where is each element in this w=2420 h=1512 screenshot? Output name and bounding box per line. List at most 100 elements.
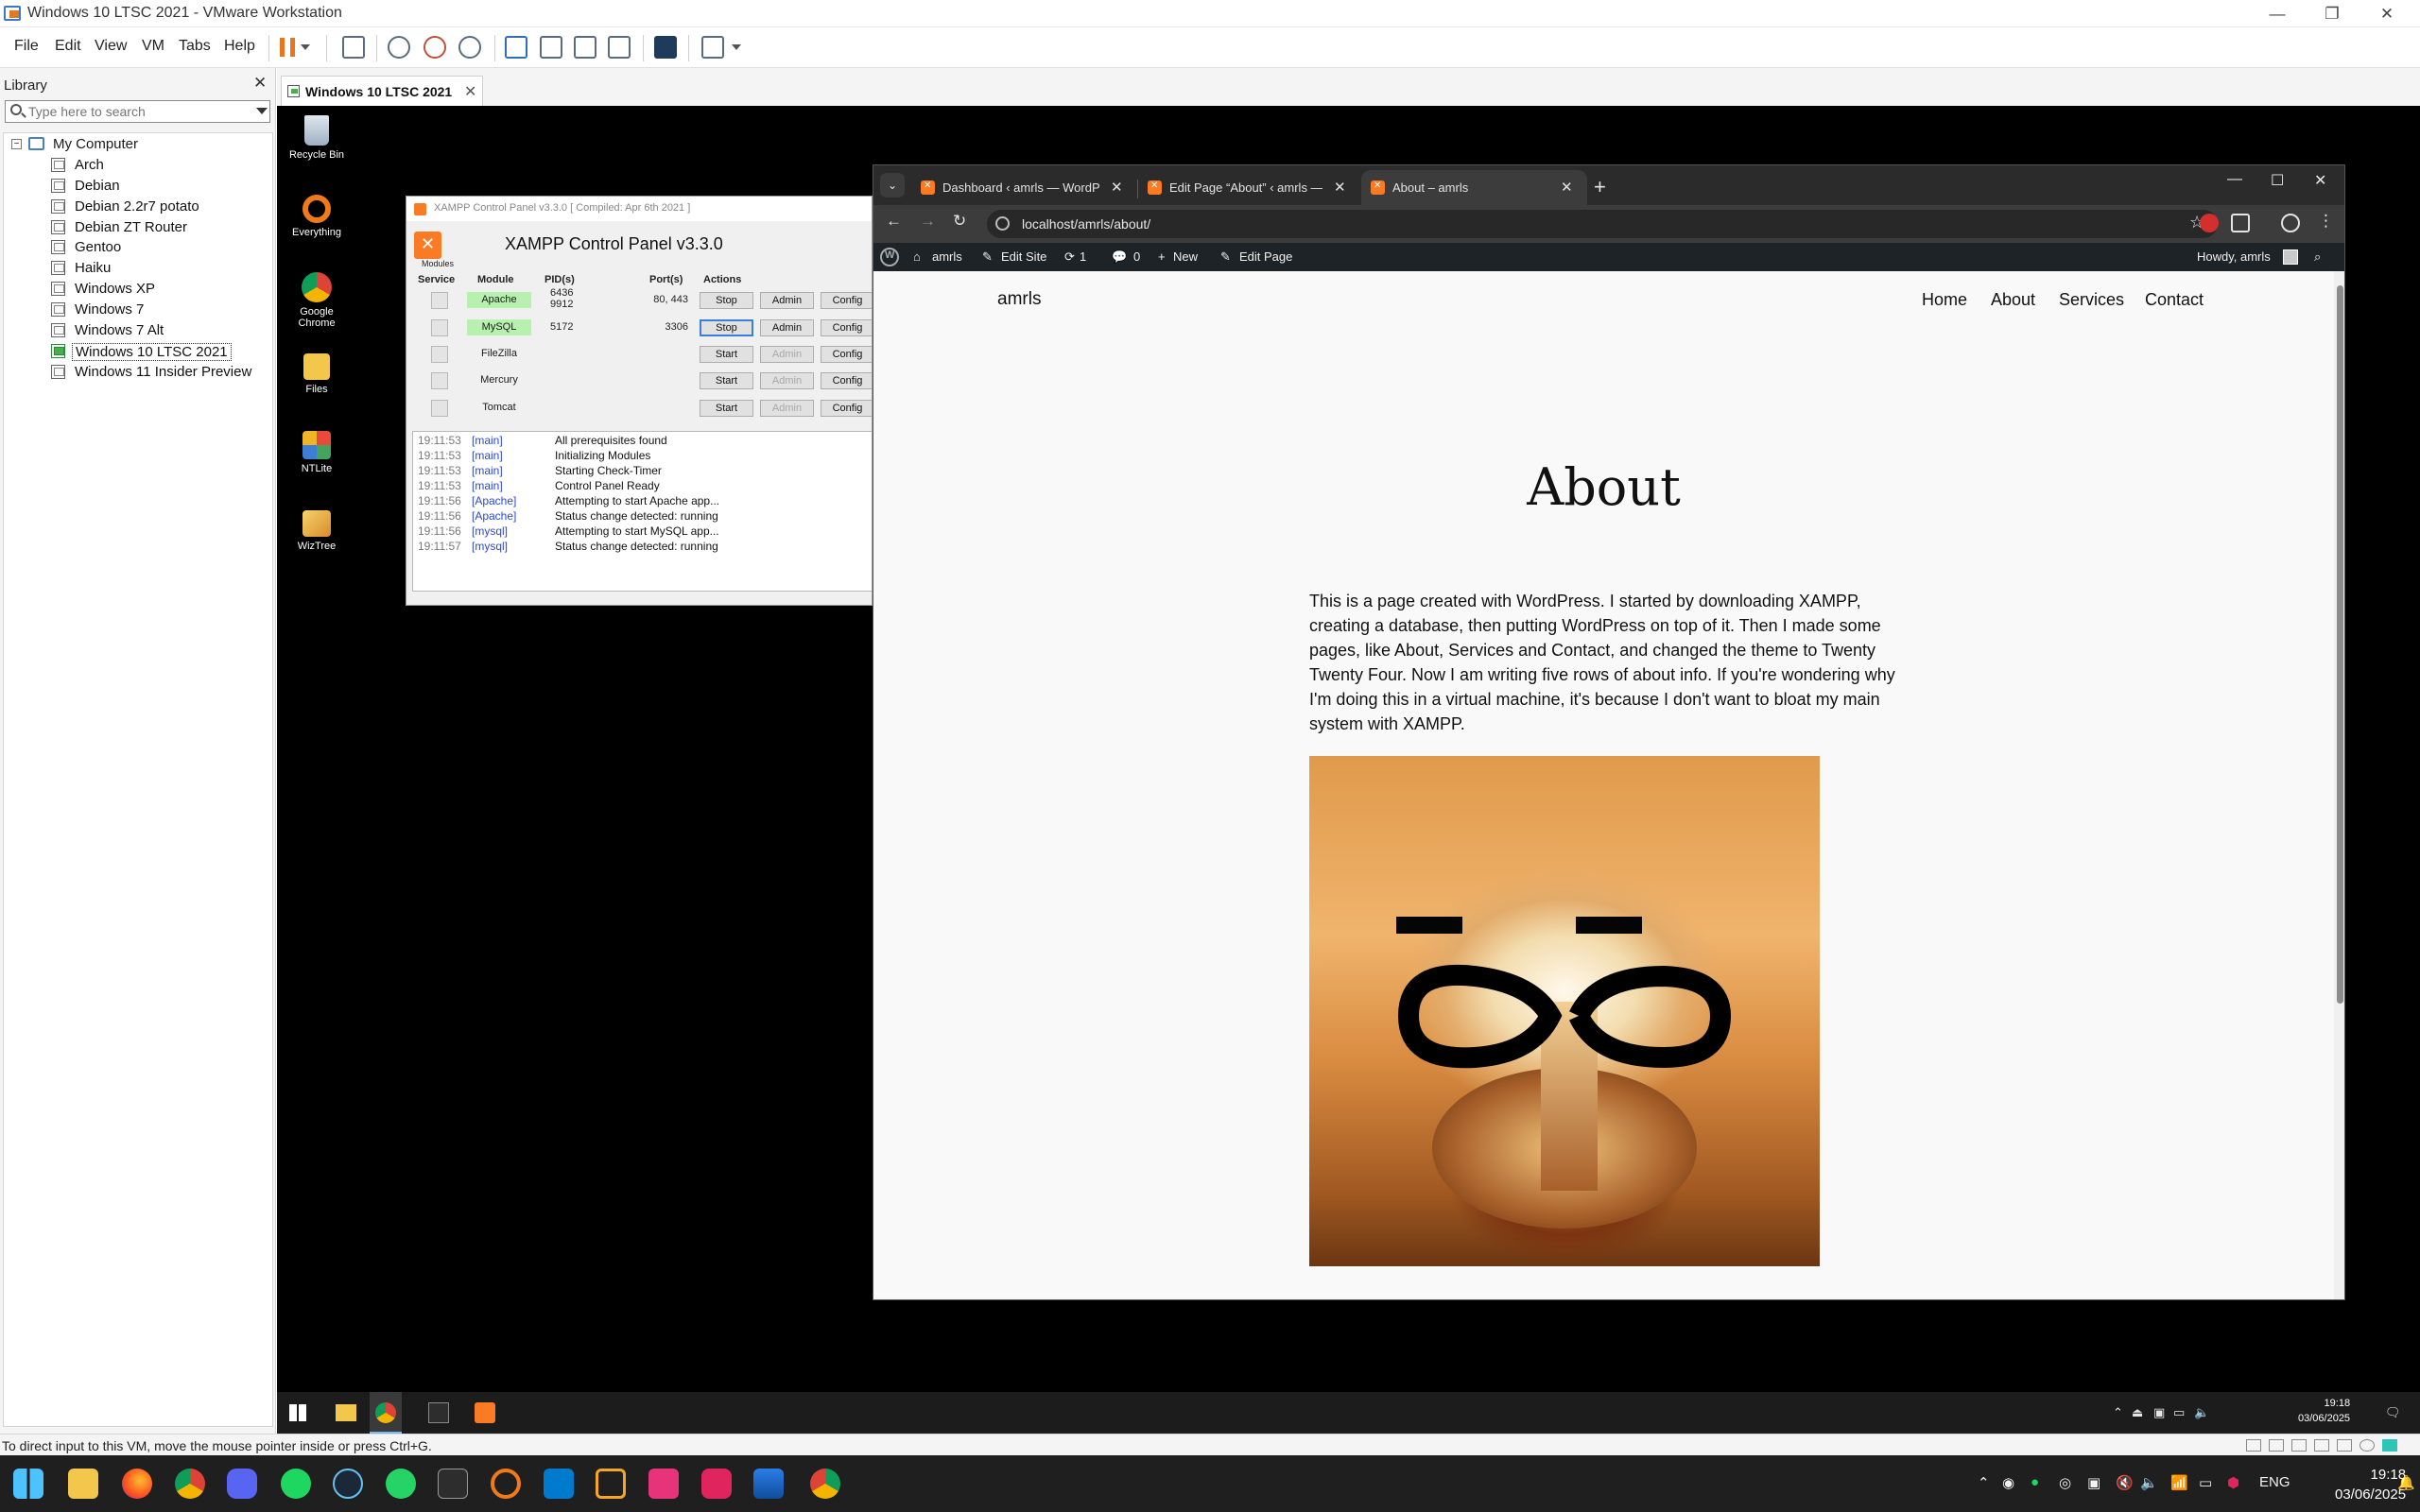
unity-icon[interactable] xyxy=(608,36,631,59)
close-tab-icon[interactable]: ✕ xyxy=(1561,179,1573,196)
vscode-icon[interactable] xyxy=(544,1469,574,1499)
hdd-status-icon[interactable] xyxy=(2246,1439,2261,1452)
chrome-taskbar-button[interactable] xyxy=(370,1392,402,1434)
service-checkbox-tomcat[interactable] xyxy=(431,400,448,417)
everything-icon[interactable] xyxy=(491,1469,521,1499)
tomcat-start-button[interactable]: Start xyxy=(700,400,753,417)
avatar[interactable] xyxy=(2283,249,2298,265)
address-bar[interactable]: localhost/amrls/about/ ☆ xyxy=(987,210,2218,238)
cd-status-icon[interactable] xyxy=(2269,1439,2284,1452)
site-info-icon[interactable] xyxy=(995,216,1010,231)
close-tab-icon[interactable]: ✕ xyxy=(1334,179,1346,196)
steam-icon[interactable] xyxy=(333,1469,363,1499)
full-screen-icon[interactable] xyxy=(574,36,596,59)
nav-contact[interactable]: Contact xyxy=(2145,290,2204,310)
windows-start-icon[interactable] xyxy=(289,1404,306,1421)
power-dropdown-icon[interactable] xyxy=(301,44,310,50)
tray-network-icon[interactable]: ▭ xyxy=(2173,1405,2185,1420)
site-title[interactable]: amrls xyxy=(997,289,1041,310)
page-viewport[interactable]: amrls Home About Services Contact About … xyxy=(873,271,2334,1299)
service-checkbox-apache[interactable] xyxy=(431,292,448,309)
chrome-tab-dashboard[interactable]: Dashboard ‹ amrls — WordPress ✕ xyxy=(911,170,1136,205)
tray-app2-icon[interactable]: ⬢ xyxy=(2227,1474,2239,1491)
desktop-icon-chrome[interactable]: Google Chrome xyxy=(283,272,351,329)
service-checkbox-mysql[interactable] xyxy=(431,319,448,336)
adblock-extension-icon[interactable] xyxy=(2200,214,2219,232)
back-icon[interactable]: ← xyxy=(886,212,902,231)
apache-config-button[interactable]: Config xyxy=(821,292,872,309)
restore-icon[interactable]: ❐ xyxy=(2305,0,2360,27)
send-ctrl-alt-del-icon[interactable] xyxy=(342,36,365,59)
nav-services[interactable]: Services xyxy=(2059,290,2124,310)
menu-view[interactable]: View xyxy=(95,38,127,55)
stretch-guest-icon[interactable] xyxy=(701,36,724,59)
whatsapp-icon[interactable] xyxy=(386,1469,416,1499)
adminbar-edit-site[interactable]: Edit Site xyxy=(1001,249,1046,264)
console-view-icon[interactable] xyxy=(654,36,677,59)
menu-edit[interactable]: Edit xyxy=(55,38,81,55)
chevron-down-icon[interactable] xyxy=(256,108,268,114)
tray-wifi-icon[interactable]: 📶 xyxy=(2170,1474,2188,1491)
terminal-icon[interactable] xyxy=(438,1469,468,1499)
apache-stop-button[interactable]: Stop xyxy=(700,292,753,309)
tray-app-icon[interactable]: ▣ xyxy=(2087,1474,2100,1491)
adminbar-edit-page[interactable]: Edit Page xyxy=(1239,249,1292,264)
library-search[interactable] xyxy=(5,100,270,123)
page-scrollbar[interactable] xyxy=(2334,271,2344,1299)
adminbar-comments-count[interactable]: 0 xyxy=(1133,249,1140,264)
menu-tabs[interactable]: Tabs xyxy=(179,38,211,55)
tray-chevron-icon[interactable]: ⌃ xyxy=(1978,1474,1990,1491)
usb-status-icon[interactable] xyxy=(2314,1439,2329,1452)
language-indicator[interactable]: ENG xyxy=(2259,1474,2290,1490)
vmware-icon[interactable] xyxy=(596,1469,626,1499)
service-checkbox-mercury[interactable] xyxy=(431,372,448,389)
tray-vmware-tools-icon[interactable]: ▣ xyxy=(2153,1405,2165,1420)
mercury-start-button[interactable]: Start xyxy=(700,372,753,389)
mysql-config-button[interactable]: Config xyxy=(821,319,872,336)
menu-vm[interactable]: VM xyxy=(142,38,164,55)
notification-bell-icon[interactable]: 🔔 xyxy=(2397,1474,2415,1491)
app-icon[interactable] xyxy=(701,1469,732,1499)
collapse-icon[interactable]: − xyxy=(11,139,22,149)
url-text[interactable]: localhost/amrls/about/ xyxy=(1022,216,1150,232)
tray-steam-icon[interactable]: ◎ xyxy=(2059,1474,2071,1491)
close-tab-icon[interactable]: ✕ xyxy=(1111,179,1123,196)
snapshot-icon[interactable] xyxy=(388,36,410,59)
profile-icon[interactable] xyxy=(2281,214,2300,232)
revert-snapshot-icon[interactable] xyxy=(424,36,446,59)
tray-discord-icon[interactable]: ◉ xyxy=(2002,1474,2014,1491)
library-close-icon[interactable]: ✕ xyxy=(253,74,267,93)
new-tab-icon[interactable]: + xyxy=(1594,175,1606,199)
display-status-icon[interactable] xyxy=(2360,1439,2375,1452)
adminbar-updates-count[interactable]: 1 xyxy=(1080,249,1086,264)
firefox-icon[interactable] xyxy=(122,1469,152,1499)
chrome-profile-icon[interactable] xyxy=(810,1469,840,1499)
nav-home[interactable]: Home xyxy=(1922,290,1967,310)
reload-icon[interactable]: ↻ xyxy=(953,212,966,231)
tray-usb-icon[interactable]: ⏏ xyxy=(2132,1405,2143,1420)
service-checkbox-filezilla[interactable] xyxy=(431,346,448,363)
tab-search-icon[interactable]: ⌄ xyxy=(880,173,905,198)
message-status-icon[interactable] xyxy=(2382,1439,2397,1452)
tray-volume-icon[interactable]: 🔈 xyxy=(2194,1405,2209,1420)
snapshot-manager-icon[interactable] xyxy=(458,36,481,59)
thumbnail-bar-icon[interactable] xyxy=(540,36,562,59)
show-library-icon[interactable] xyxy=(505,36,527,59)
network-status-icon[interactable] xyxy=(2291,1439,2307,1452)
filezilla-config-button[interactable]: Config xyxy=(821,346,872,363)
adminbar-site-name[interactable]: amrls xyxy=(932,249,962,264)
mercury-config-button[interactable]: Config xyxy=(821,372,872,389)
guest-clock[interactable]: 19:18 03/06/2025 xyxy=(2298,1396,2350,1426)
sound-status-icon[interactable] xyxy=(2337,1439,2352,1452)
apache-admin-button[interactable]: Admin xyxy=(760,292,814,309)
xampp-taskbar-icon[interactable] xyxy=(475,1402,495,1423)
desktop-icon-everything[interactable]: Everything xyxy=(283,195,351,238)
chrome-close-icon[interactable]: ✕ xyxy=(2314,171,2326,190)
desktop-icon-files[interactable]: Files xyxy=(283,353,351,395)
chrome-tab-about[interactable]: About – amrls ✕ xyxy=(1361,170,1587,205)
chrome-icon[interactable] xyxy=(175,1469,205,1499)
file-explorer-icon[interactable] xyxy=(336,1404,356,1421)
terminal-icon[interactable] xyxy=(428,1402,449,1423)
mysql-stop-button[interactable]: Stop xyxy=(700,319,753,336)
guest-screen[interactable]: Recycle Bin Everything Google Chrome Fil… xyxy=(277,106,2420,1434)
